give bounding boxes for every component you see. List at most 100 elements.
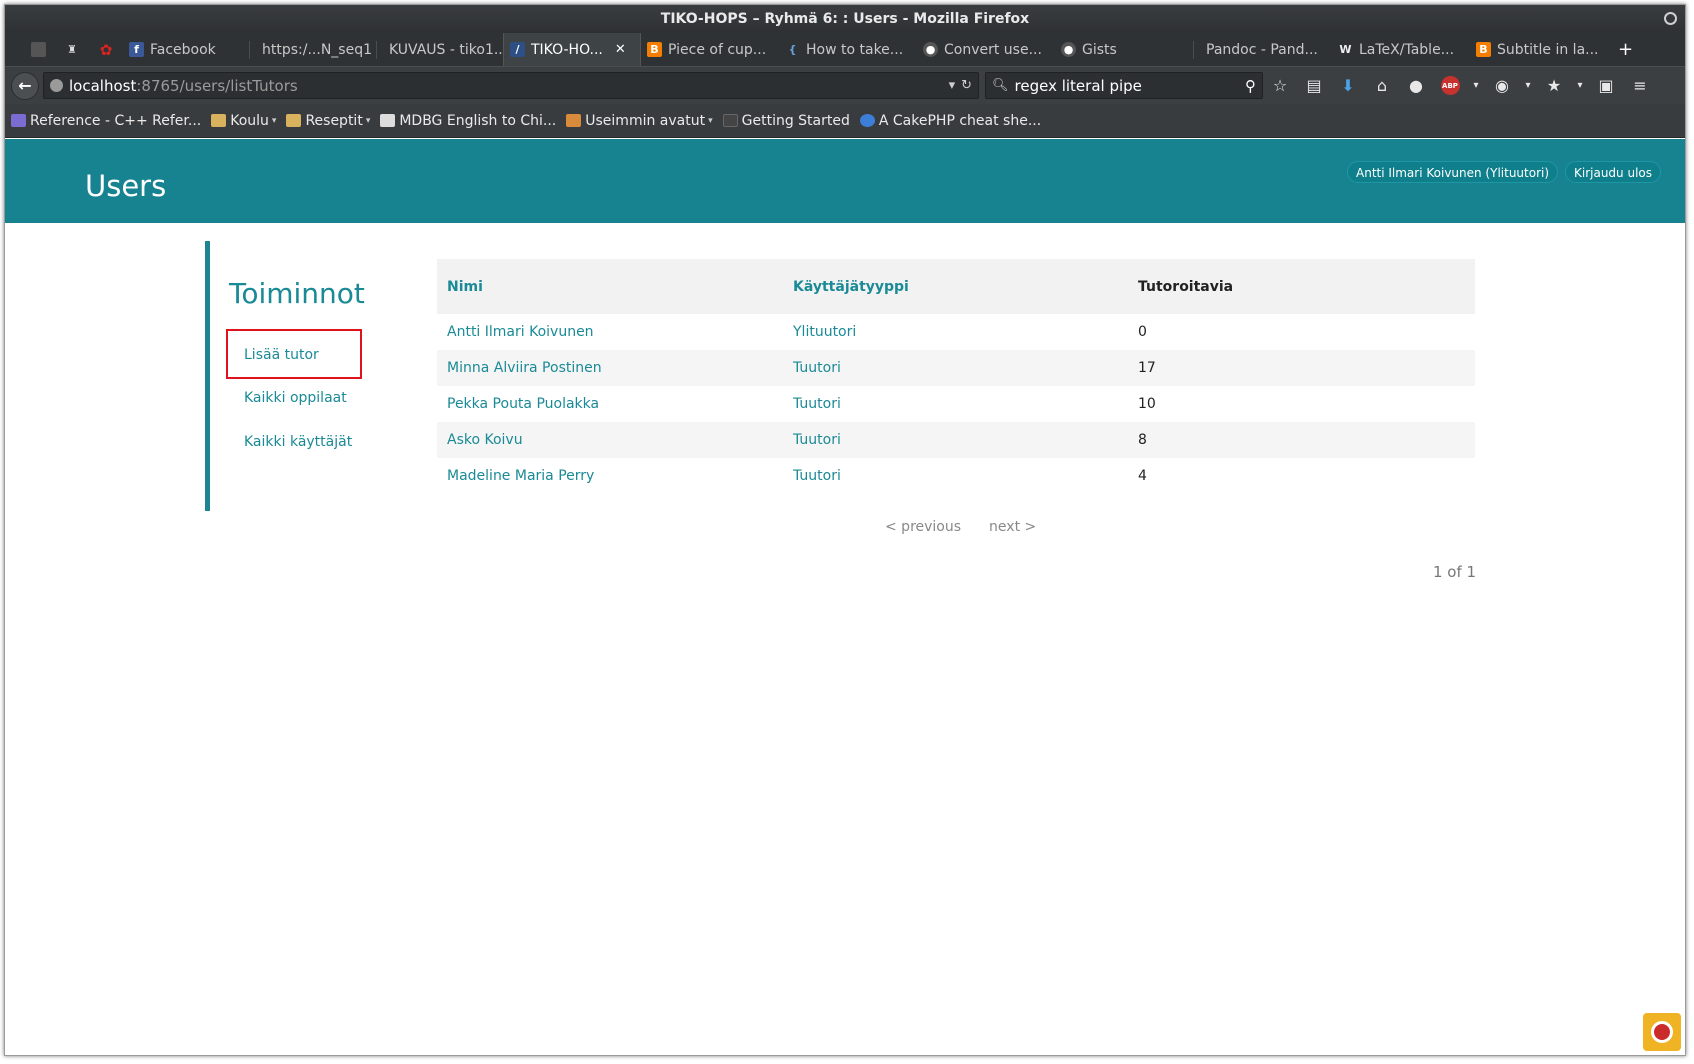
tab-tiko-hops[interactable]: / TIKO-HO... ✕ bbox=[503, 33, 641, 66]
tab-pinned-blank[interactable] bbox=[21, 33, 55, 66]
page-header: Users Antti Ilmari Koivunen (Ylituutori)… bbox=[5, 139, 1685, 223]
tab-pinned-bottle[interactable]: ♜ bbox=[55, 33, 89, 66]
close-tab-icon[interactable]: ✕ bbox=[615, 42, 626, 57]
eye-icon[interactable]: ◉ bbox=[1485, 72, 1519, 100]
column-header-name[interactable]: Nimi bbox=[437, 279, 783, 295]
user-name-link[interactable]: Pekka Pouta Puolakka bbox=[437, 396, 783, 412]
page-title: Users bbox=[85, 169, 167, 203]
tab-seq1[interactable]: https:/...N_seq1 bbox=[250, 33, 376, 66]
bookmark-cakephp[interactable]: A CakePHP cheat she... bbox=[859, 113, 1041, 129]
window-title: TIKO-HOPS – Ryhmä 6: : Users - Mozilla F… bbox=[660, 11, 1030, 27]
tab-pinned-flower[interactable]: ✿ bbox=[89, 33, 123, 66]
pagination: < previous next > bbox=[885, 519, 1064, 535]
actions-sidebar: Toiminnot Lisää tutor Kaikki oppilaat Ka… bbox=[205, 241, 373, 511]
window-titlebar: TIKO-HOPS – Ryhmä 6: : Users - Mozilla F… bbox=[5, 5, 1685, 33]
facebook-icon: f bbox=[129, 42, 144, 57]
bookmark-cpp-reference[interactable]: Reference - C++ Refer... bbox=[11, 113, 201, 129]
home-icon[interactable]: ⌂ bbox=[1365, 72, 1399, 100]
tab-facebook[interactable]: f Facebook bbox=[123, 33, 249, 66]
user-type-link[interactable]: Tuutori bbox=[783, 432, 1128, 448]
reload-icon[interactable]: ↻ bbox=[961, 78, 972, 93]
dropdown-arrow-icon[interactable]: ▾ bbox=[949, 78, 956, 93]
user-name-link[interactable]: Asko Koivu bbox=[437, 432, 783, 448]
tab-latex-table[interactable]: W LaTeX/Table... bbox=[1332, 33, 1470, 66]
url-bar[interactable]: localhost:8765/users/listTutors ▾ ↻ bbox=[43, 72, 979, 99]
tab-label: Subtitle in la... bbox=[1497, 41, 1599, 58]
tab-label: LaTeX/Table... bbox=[1359, 41, 1455, 58]
bookmark-label: MDBG English to Chi... bbox=[399, 112, 557, 129]
bookmarks-toolbar: Reference - C++ Refer... Koulu ▾ Reseptit… bbox=[5, 104, 1685, 138]
tab-pandoc[interactable]: Pandoc - Pand... bbox=[1194, 33, 1332, 66]
search-go-icon[interactable]: ⚲ bbox=[1245, 77, 1256, 95]
user-badge[interactable]: Antti Ilmari Koivunen (Ylituutori) bbox=[1347, 161, 1559, 183]
add-tutor-link[interactable]: Lisää tutor bbox=[244, 347, 319, 363]
cpp-icon bbox=[11, 114, 26, 127]
logout-button[interactable]: Kirjaudu ulos bbox=[1565, 161, 1661, 183]
all-students-link[interactable]: Kaikki oppilaat bbox=[244, 390, 347, 406]
user-type-link[interactable]: Tuutori bbox=[783, 360, 1128, 376]
user-type-link[interactable]: Tuutori bbox=[783, 396, 1128, 412]
tutee-count: 17 bbox=[1138, 360, 1156, 376]
chevron-down-icon: ▾ bbox=[708, 115, 713, 126]
flower-icon: ✿ bbox=[99, 40, 113, 59]
stackoverflow-icon: { bbox=[788, 43, 797, 56]
bookmark-getting-started[interactable]: Getting Started bbox=[722, 112, 850, 129]
column-header-user-type[interactable]: Käyttäjätyyppi bbox=[783, 279, 1128, 295]
tab-piece-of-cup[interactable]: B Piece of cup... bbox=[641, 33, 779, 66]
page-icon bbox=[722, 114, 738, 127]
bookmark-folder-useimmin[interactable]: Useimmin avatut ▾ bbox=[566, 113, 713, 129]
tab-label: Pandoc - Pand... bbox=[1206, 41, 1318, 58]
bookmark-folder-koulu[interactable]: Koulu ▾ bbox=[211, 113, 276, 129]
table-row: Antti Ilmari Koivunen Ylituutori 0 bbox=[437, 314, 1475, 350]
user-type-link[interactable]: Tuutori bbox=[783, 468, 1128, 484]
bookmark-label: Reseptit bbox=[305, 112, 363, 129]
user-type-link[interactable]: Ylituutori bbox=[783, 324, 1128, 340]
tab-strip: ♜ ✿ f Facebook https:/...N_seq1 KUVAUS - … bbox=[5, 33, 1685, 66]
tab-label: Gists bbox=[1082, 41, 1117, 58]
tab-label: How to take... bbox=[806, 41, 904, 58]
search-input[interactable]: 🔍︎ regex literal pipe ⚲ bbox=[985, 72, 1263, 99]
bookmark-label: Getting Started bbox=[741, 112, 850, 129]
window-control-icon[interactable] bbox=[1664, 12, 1677, 25]
blogger-icon: B bbox=[647, 42, 662, 57]
bookmark-mdbg[interactable]: MDBG English to Chi... bbox=[380, 113, 556, 129]
chevron-down-icon[interactable]: ▾ bbox=[1467, 72, 1485, 100]
search-value: regex literal pipe bbox=[1014, 76, 1142, 95]
next-page-link[interactable]: next > bbox=[989, 519, 1036, 535]
blank-icon bbox=[30, 42, 46, 57]
column-header-tutees: Tutoroitavia bbox=[1138, 278, 1234, 295]
user-name-link[interactable]: Madeline Maria Perry bbox=[437, 468, 783, 484]
new-tab-button[interactable]: + bbox=[1608, 33, 1643, 66]
back-button[interactable]: ← bbox=[11, 71, 39, 100]
bookmark-label: Reference - C++ Refer... bbox=[30, 112, 202, 129]
adblock-icon[interactable]: ABP bbox=[1433, 72, 1467, 100]
bookmark-folder-reseptit[interactable]: Reseptit ▾ bbox=[286, 113, 370, 129]
star-menu-icon[interactable]: ★ bbox=[1537, 72, 1571, 100]
user-name-link[interactable]: Minna Alviira Postinen bbox=[437, 360, 783, 376]
all-users-link[interactable]: Kaikki käyttäjät bbox=[244, 434, 352, 450]
tab-kuvaus[interactable]: KUVAUS - tiko1... bbox=[377, 33, 503, 66]
tab-subtitle[interactable]: B Subtitle in la... bbox=[1470, 33, 1608, 66]
tab-gists[interactable]: ● Gists bbox=[1055, 33, 1193, 66]
chat-icon[interactable]: ● bbox=[1399, 72, 1433, 100]
folder-icon bbox=[566, 114, 582, 127]
reading-list-icon[interactable]: ▤ bbox=[1297, 72, 1331, 100]
screenshot-icon[interactable]: ▣ bbox=[1589, 72, 1623, 100]
bottle-icon: ♜ bbox=[67, 43, 77, 56]
extension-badge-icon[interactable] bbox=[1643, 1013, 1681, 1051]
download-icon[interactable]: ⬇ bbox=[1331, 72, 1365, 100]
user-name-link[interactable]: Antti Ilmari Koivunen bbox=[437, 324, 783, 340]
cakephp-icon bbox=[859, 114, 875, 127]
menu-icon[interactable]: ≡ bbox=[1623, 72, 1657, 100]
bookmark-star-icon[interactable]: ☆ bbox=[1263, 72, 1297, 100]
previous-page-link[interactable]: < previous bbox=[885, 519, 961, 535]
chevron-down-icon: ▾ bbox=[271, 115, 277, 126]
folder-icon bbox=[286, 114, 302, 127]
tab-convert-use[interactable]: ● Convert use... bbox=[917, 33, 1055, 66]
chevron-down-icon[interactable]: ▾ bbox=[1519, 72, 1537, 100]
tab-label: KUVAUS - tiko1... bbox=[389, 41, 503, 58]
page-content: Users Antti Ilmari Koivunen (Ylituutori)… bbox=[5, 139, 1685, 1055]
browser-window: TIKO-HOPS – Ryhmä 6: : Users - Mozilla F… bbox=[4, 4, 1686, 1056]
chevron-down-icon[interactable]: ▾ bbox=[1571, 72, 1589, 100]
tab-how-to-take[interactable]: { How to take... bbox=[779, 33, 917, 66]
